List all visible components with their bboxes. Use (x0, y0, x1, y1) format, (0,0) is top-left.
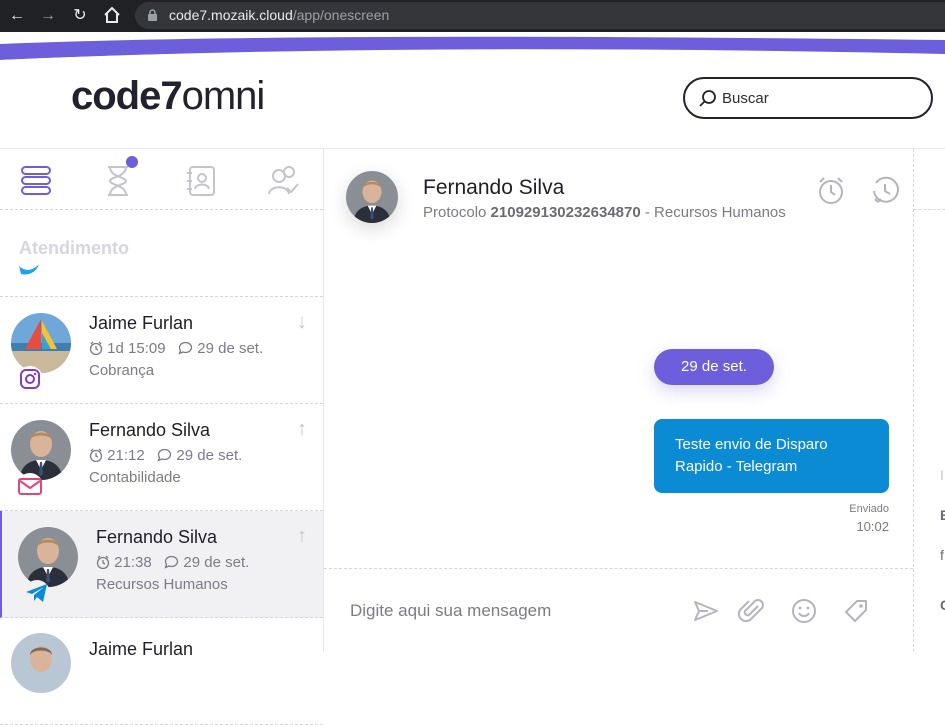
search-icon (699, 90, 716, 107)
message-bubble[interactable]: Teste envio de Disparo Rapido - Telegram (654, 419, 889, 493)
header-wave (0, 36, 945, 60)
clock-icon (89, 341, 103, 356)
department-label: Recursos Humanos (96, 576, 228, 593)
avatar (11, 313, 71, 373)
panel-text: C (940, 597, 945, 613)
message-input[interactable] (350, 599, 650, 623)
search-input[interactable] (722, 88, 922, 108)
conversation-meta: 21:38 29 de set. (96, 554, 249, 571)
conversation-item[interactable]: Jaime Furlan 1d 15:09 29 de set. Cobranç… (0, 297, 323, 404)
message-time: 10:02 (856, 519, 889, 534)
tab-waiting[interactable] (100, 156, 138, 199)
home-icon[interactable] (102, 6, 122, 26)
conversation-item[interactable]: Jaime Furlan (0, 618, 323, 725)
tab-queue[interactable] (18, 163, 54, 199)
chat-bubble-icon (157, 448, 172, 462)
avatar (11, 420, 71, 480)
contact-name: Jaime Furlan (89, 639, 194, 659)
timer-icon[interactable] (816, 175, 846, 205)
sidebar-tabs (0, 149, 323, 210)
contact-name: Fernando Silva (96, 527, 218, 547)
attachment-icon[interactable] (738, 597, 766, 625)
avatar (11, 633, 71, 693)
conversation-meta: 1d 15:09 29 de set. (89, 340, 263, 357)
hourglass-icon (108, 166, 128, 196)
date-separator: 29 de set. (654, 349, 774, 385)
conversation-sidebar: Atendimento Jaime Furlan 1d 15:09 29 de … (0, 149, 324, 725)
arrow-down-icon: ↓ (297, 311, 307, 333)
history-icon[interactable] (870, 175, 900, 205)
avatar (18, 527, 78, 587)
tab-contacts[interactable] (183, 163, 219, 199)
conversation-item[interactable]: Fernando Silva 21:12 29 de set. Contabil… (0, 404, 323, 511)
chat-contact-name: Fernando Silva (423, 176, 565, 199)
conversation-meta: 21:12 29 de set. (89, 447, 242, 464)
conversation-item-active[interactable]: Fernando Silva 21:38 29 de set. Recursos… (0, 511, 323, 618)
message-status: Enviado (849, 503, 889, 515)
app-logo[interactable]: code7omni (71, 74, 265, 119)
section-title: Atendimento (19, 238, 129, 258)
department-label: Cobrança (89, 362, 155, 379)
contact-name: Jaime Furlan (89, 313, 194, 333)
users-check-icon (268, 166, 299, 195)
back-icon[interactable]: ← (7, 6, 27, 26)
address-bar[interactable]: code7.mozaik.cloud/app/onescreen (135, 2, 945, 29)
telegram-icon (24, 580, 50, 606)
send-icon[interactable] (692, 597, 720, 625)
url-text: code7.mozaik.cloud/app/onescreen (169, 7, 390, 23)
browser-toolbar: ← → ↻ code7.mozaik.cloud/app/onescreen (0, 0, 945, 32)
department-label: Contabilidade (89, 469, 181, 486)
list-item-partial[interactable] (0, 265, 323, 297)
tag-icon[interactable] (842, 597, 870, 625)
arrow-up-icon: ↑ (297, 525, 307, 547)
details-panel: I E f C (914, 149, 945, 652)
clock-icon (89, 448, 103, 463)
search-box[interactable] (683, 77, 933, 119)
chat-header: Fernando Silva Protocolo 210929130232634… (324, 149, 913, 233)
lock-icon (148, 9, 157, 21)
stack-icon (21, 166, 51, 195)
contact-avatar[interactable] (346, 171, 398, 223)
twitter-icon (19, 265, 39, 275)
reload-icon[interactable]: ↻ (70, 6, 90, 26)
arrow-up-icon: ↑ (297, 418, 307, 440)
tab-team[interactable] (265, 163, 301, 199)
clock-icon (96, 555, 110, 570)
protocol-info: Protocolo 210929130232634870 - Recursos … (423, 204, 786, 221)
instagram-icon (17, 366, 43, 392)
panel-text: I (940, 467, 944, 483)
notification-dot (126, 156, 138, 168)
email-icon (17, 473, 43, 499)
chat-bubble-icon (178, 341, 193, 355)
panel-text: E (940, 507, 945, 523)
contact-name: Fernando Silva (89, 420, 211, 440)
forward-icon[interactable]: → (38, 6, 58, 26)
contacts-book-icon (187, 166, 215, 196)
divider (914, 209, 945, 210)
emoji-icon[interactable] (790, 597, 818, 625)
chat-panel: Fernando Silva Protocolo 210929130232634… (324, 149, 914, 652)
chat-bubble-icon (164, 555, 179, 569)
panel-text: f (940, 547, 944, 563)
message-composer (324, 568, 913, 652)
